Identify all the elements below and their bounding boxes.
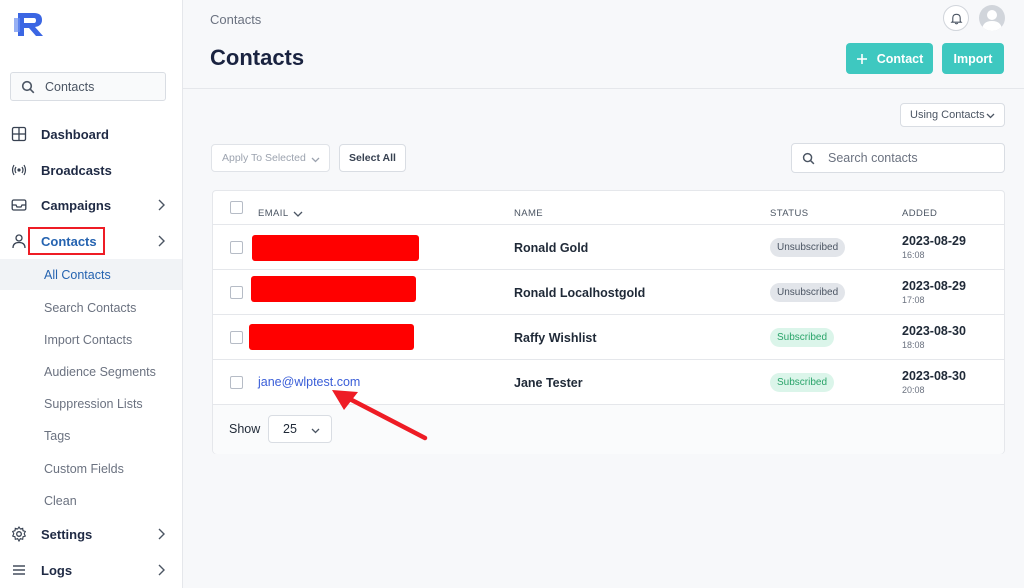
sidebar-item-campaigns[interactable]: Campaigns (0, 191, 182, 219)
status-badge: Unsubscribed (770, 283, 846, 302)
plus-icon (856, 53, 867, 64)
chevron-right-icon (158, 528, 165, 540)
submenu-item-clean[interactable]: Clean (0, 485, 182, 516)
sidebar-item-label: Campaigns (41, 197, 112, 213)
submenu-item-import-contacts[interactable]: Import Contacts (0, 324, 182, 355)
avatar-icon (982, 10, 1002, 31)
add-contact-button[interactable]: Contact (846, 43, 933, 74)
redacted-email (251, 276, 416, 302)
avatar[interactable] (979, 5, 1005, 31)
table-row[interactable]: Raffy Wishlist Subscribed 2023-08-30 18:… (213, 314, 1004, 359)
list-source-select[interactable]: Using Contacts (900, 103, 1005, 127)
submenu-item-all-contacts[interactable]: All Contacts (0, 259, 182, 290)
page-size-select[interactable]: 25 (268, 415, 332, 443)
sidebar-item-settings[interactable]: Settings (0, 520, 182, 548)
column-header-email[interactable]: EMAIL (258, 208, 303, 219)
notifications-button[interactable] (943, 5, 969, 31)
contact-name[interactable]: Ronald Localhostgold (514, 286, 645, 300)
added-time: 20:08 (902, 385, 925, 395)
app-logo[interactable] (12, 10, 52, 38)
add-contact-label: Contact (876, 51, 924, 66)
contact-email-link[interactable]: jane@wlptest.com (258, 375, 360, 389)
added-time: 16:08 (902, 250, 925, 260)
added-time: 17:08 (902, 295, 925, 305)
added-date: 2023-08-30 (902, 324, 966, 338)
search-icon (802, 152, 815, 164)
user-icon (12, 234, 26, 249)
sidebar-item-dashboard[interactable]: Dashboard (0, 120, 182, 148)
bell-icon (950, 13, 962, 24)
submenu-item-custom-fields[interactable]: Custom Fields (0, 453, 182, 484)
chevron-down-icon (311, 428, 320, 434)
sort-chevron-icon (293, 211, 302, 217)
column-header-label: EMAIL (258, 208, 289, 219)
annotation-highlight-box (28, 227, 105, 255)
list-icon (13, 565, 25, 575)
contact-name[interactable]: Jane Tester (514, 376, 583, 390)
sidebar-search-input[interactable]: Contacts (10, 72, 166, 101)
bulk-action-select[interactable]: Apply To Selected (211, 144, 330, 172)
status-badge: Subscribed (770, 373, 835, 392)
bulk-action-placeholder: Apply To Selected (222, 152, 306, 164)
list-source-value: Using Contacts (910, 109, 985, 121)
row-checkbox[interactable] (230, 331, 243, 344)
show-label: Show (229, 422, 261, 436)
annotation-arrow (332, 390, 428, 441)
select-all-button[interactable]: Select All (339, 144, 406, 172)
row-checkbox[interactable] (230, 286, 243, 299)
added-date: 2023-08-30 (902, 369, 966, 383)
page-title: Contacts (210, 45, 305, 70)
search-contacts-input[interactable]: Search contacts (791, 143, 1005, 173)
sidebar: Contacts Dashboard Broadcasts Campaigns … (0, 0, 183, 588)
status-badge: Subscribed (770, 328, 835, 347)
redacted-email (249, 324, 414, 350)
import-button[interactable]: Import (942, 43, 1004, 74)
sidebar-item-logs[interactable]: Logs (0, 556, 182, 584)
sidebar-item-broadcasts[interactable]: Broadcasts (0, 156, 182, 184)
search-icon (21, 80, 35, 93)
select-all-checkbox[interactable] (230, 201, 243, 214)
chevron-down-icon (986, 113, 995, 119)
sidebar-item-label: Settings (41, 526, 93, 542)
column-header-added[interactable]: ADDED (902, 208, 937, 219)
chevron-right-icon (158, 199, 165, 211)
row-checkbox[interactable] (230, 376, 243, 389)
dashboard-icon (11, 126, 27, 142)
added-date: 2023-08-29 (902, 234, 966, 248)
gear-icon (11, 526, 27, 542)
status-badge: Unsubscribed (770, 238, 846, 257)
search-placeholder: Search contacts (828, 151, 918, 165)
sidebar-item-label: Broadcasts (41, 162, 112, 178)
sidebar-search-value: Contacts (45, 79, 95, 94)
sidebar-item-label: Dashboard (41, 126, 109, 142)
page-size-value: 25 (283, 422, 297, 436)
table-row[interactable]: Ronald Localhostgold Unsubscribed 2023-0… (213, 269, 1004, 314)
inbox-icon (11, 199, 27, 211)
submenu-item-tags[interactable]: Tags (0, 420, 182, 451)
broadcast-icon (11, 164, 27, 176)
chevron-down-icon (311, 157, 320, 163)
contact-name[interactable]: Ronald Gold (514, 241, 588, 255)
breadcrumb[interactable]: Contacts (210, 12, 261, 27)
submenu-item-audience-segments[interactable]: Audience Segments (0, 356, 182, 387)
row-checkbox[interactable] (230, 241, 243, 254)
column-header-name[interactable]: NAME (514, 208, 543, 219)
header-divider (183, 88, 1024, 89)
contact-name[interactable]: Raffy Wishlist (514, 331, 597, 345)
added-time: 18:08 (902, 340, 925, 350)
chevron-right-icon (158, 564, 165, 576)
table-row[interactable]: Ronald Gold Unsubscribed 2023-08-29 16:0… (213, 224, 1004, 269)
redacted-email (252, 235, 419, 261)
column-header-status[interactable]: STATUS (770, 208, 808, 219)
sidebar-item-label: Logs (41, 562, 73, 578)
added-date: 2023-08-29 (902, 279, 966, 293)
submenu-item-suppression-lists[interactable]: Suppression Lists (0, 388, 182, 419)
chevron-right-icon (158, 235, 165, 247)
submenu-item-search-contacts[interactable]: Search Contacts (0, 292, 182, 323)
